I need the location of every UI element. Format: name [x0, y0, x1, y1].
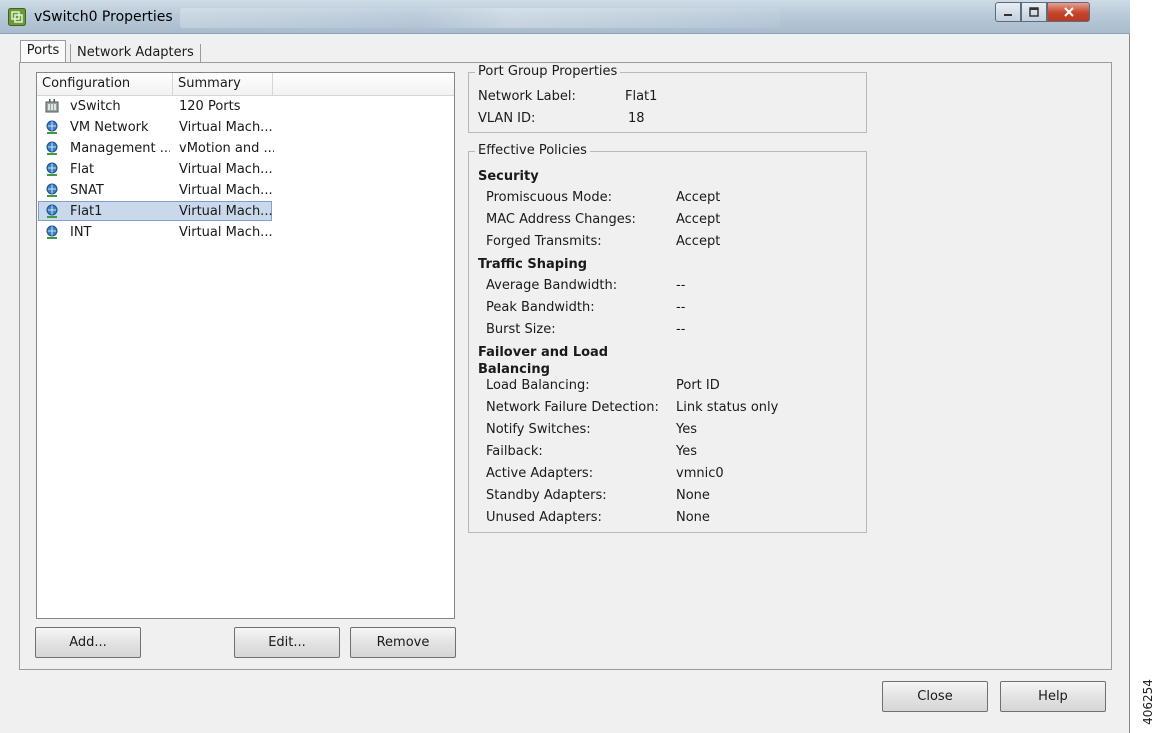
mac-address-changes-value: Accept	[676, 212, 721, 227]
row-config: SNAT	[70, 183, 104, 198]
burst-size-value: --	[676, 322, 686, 337]
maximize-icon	[1029, 7, 1039, 17]
figure-number: 406254	[1135, 676, 1161, 728]
figure-number-text: 406254	[1141, 679, 1155, 725]
background-window-blur	[180, 8, 780, 28]
window-controls	[995, 2, 1090, 24]
network-failure-detection-key: Network Failure Detection:	[486, 400, 659, 415]
network-label-key: Network Label:	[478, 89, 576, 104]
active-adapters-value: vmnic0	[676, 466, 724, 481]
forged-transmits-key: Forged Transmits:	[486, 234, 602, 249]
close-icon	[1063, 7, 1074, 17]
effective-policies-title: Effective Policies	[475, 143, 590, 159]
add-button[interactable]: Add...	[35, 627, 141, 658]
mac-address-changes-key: MAC Address Changes:	[486, 212, 636, 227]
row-config: INT	[70, 225, 92, 240]
vswitch-icon	[45, 99, 59, 113]
promiscuous-mode-key: Promiscuous Mode:	[486, 190, 612, 205]
window-title: vSwitch0 Properties	[34, 9, 173, 25]
network-failure-detection-value: Link status only	[676, 400, 779, 415]
port-group-icon	[46, 204, 58, 218]
average-bandwidth-value: --	[676, 278, 686, 293]
column-header-blank[interactable]	[273, 73, 454, 95]
row-config: Management ...	[70, 141, 170, 156]
port-configuration-list[interactable]: Configuration Summary vSwitch 120 Ports …	[36, 72, 455, 619]
minimize-button[interactable]	[995, 2, 1021, 22]
row-config: Flat1	[70, 204, 103, 219]
title-bar[interactable]: vSwitch0 Properties	[0, 0, 1130, 34]
load-balancing-key: Load Balancing:	[486, 378, 590, 393]
average-bandwidth-key: Average Bandwidth:	[486, 278, 618, 293]
row-summary: 120 Ports	[179, 99, 241, 114]
close-window-button[interactable]	[1047, 2, 1090, 22]
peak-bandwidth-key: Peak Bandwidth:	[486, 300, 595, 315]
help-button[interactable]: Help	[1000, 681, 1106, 712]
row-summary: Virtual Mach...	[179, 120, 273, 135]
remove-button[interactable]: Remove	[350, 627, 456, 658]
forged-transmits-value: Accept	[676, 234, 721, 249]
effective-policies-box: Effective Policies Security Promiscuous …	[468, 143, 867, 533]
list-row-flat[interactable]: Flat Virtual Mach...	[37, 159, 454, 180]
port-group-properties-box: Port Group Properties Network Label: Fla…	[468, 64, 867, 133]
vlan-id-key: VLAN ID:	[478, 111, 536, 126]
port-group-icon	[46, 141, 58, 155]
tab-network-adapters[interactable]: Network Adapters	[70, 44, 201, 62]
port-group-icon	[46, 120, 58, 134]
active-adapters-key: Active Adapters:	[486, 466, 594, 481]
close-button[interactable]: Close	[882, 681, 988, 712]
unused-adapters-value: None	[676, 510, 710, 525]
burst-size-key: Burst Size:	[486, 322, 556, 337]
port-group-properties-title: Port Group Properties	[475, 64, 621, 80]
list-row-management[interactable]: Management ... vMotion and ...	[37, 138, 454, 159]
network-label-value: Flat1	[625, 89, 658, 104]
notify-switches-key: Notify Switches:	[486, 422, 591, 437]
column-header-summary[interactable]: Summary	[173, 73, 273, 95]
list-row-vswitch[interactable]: vSwitch 120 Ports	[37, 96, 454, 117]
maximize-button[interactable]	[1021, 2, 1047, 22]
failback-value: Yes	[676, 444, 697, 459]
list-row-flat1[interactable]: Flat1 Virtual Mach...	[37, 201, 454, 222]
list-row-int[interactable]: INT Virtual Mach...	[37, 222, 454, 243]
row-summary: Virtual Mach...	[179, 204, 273, 219]
traffic-shaping-heading: Traffic Shaping	[478, 257, 588, 272]
list-rows: vSwitch 120 Ports VM Network Virtual Mac…	[37, 96, 454, 243]
security-heading: Security	[478, 169, 539, 184]
vswitch-properties-window: vSwitch0 Properties Ports Network Adapte…	[0, 0, 1130, 733]
failback-key: Failback:	[486, 444, 543, 459]
vlan-id-value: 18	[628, 111, 645, 126]
list-row-vm-network[interactable]: VM Network Virtual Mach...	[37, 117, 454, 138]
peak-bandwidth-value: --	[676, 300, 686, 315]
standby-adapters-value: None	[676, 488, 710, 503]
row-summary: vMotion and ...	[179, 141, 274, 156]
list-header: Configuration Summary	[37, 73, 454, 96]
row-config: vSwitch	[70, 99, 121, 114]
column-header-configuration[interactable]: Configuration	[37, 73, 173, 95]
promiscuous-mode-value: Accept	[676, 190, 721, 205]
row-summary: Virtual Mach...	[179, 183, 273, 198]
vsphere-app-icon	[8, 8, 26, 26]
port-group-icon	[46, 162, 58, 176]
standby-adapters-key: Standby Adapters:	[486, 488, 607, 503]
minimize-icon	[1004, 14, 1012, 16]
failover-heading-line1: Failover and Load	[478, 345, 609, 360]
row-summary: Virtual Mach...	[179, 162, 273, 177]
tab-ports[interactable]: Ports	[20, 40, 66, 63]
list-row-snat[interactable]: SNAT Virtual Mach...	[37, 180, 454, 201]
port-group-icon	[46, 225, 58, 239]
port-group-icon	[46, 183, 58, 197]
row-config: Flat	[70, 162, 95, 177]
row-config: VM Network	[70, 120, 149, 135]
unused-adapters-key: Unused Adapters:	[486, 510, 602, 525]
load-balancing-value: Port ID	[676, 378, 720, 393]
edit-button[interactable]: Edit...	[234, 627, 340, 658]
row-summary: Virtual Mach...	[179, 225, 273, 240]
failover-heading-line2: Balancing	[478, 362, 550, 377]
notify-switches-value: Yes	[676, 422, 697, 437]
